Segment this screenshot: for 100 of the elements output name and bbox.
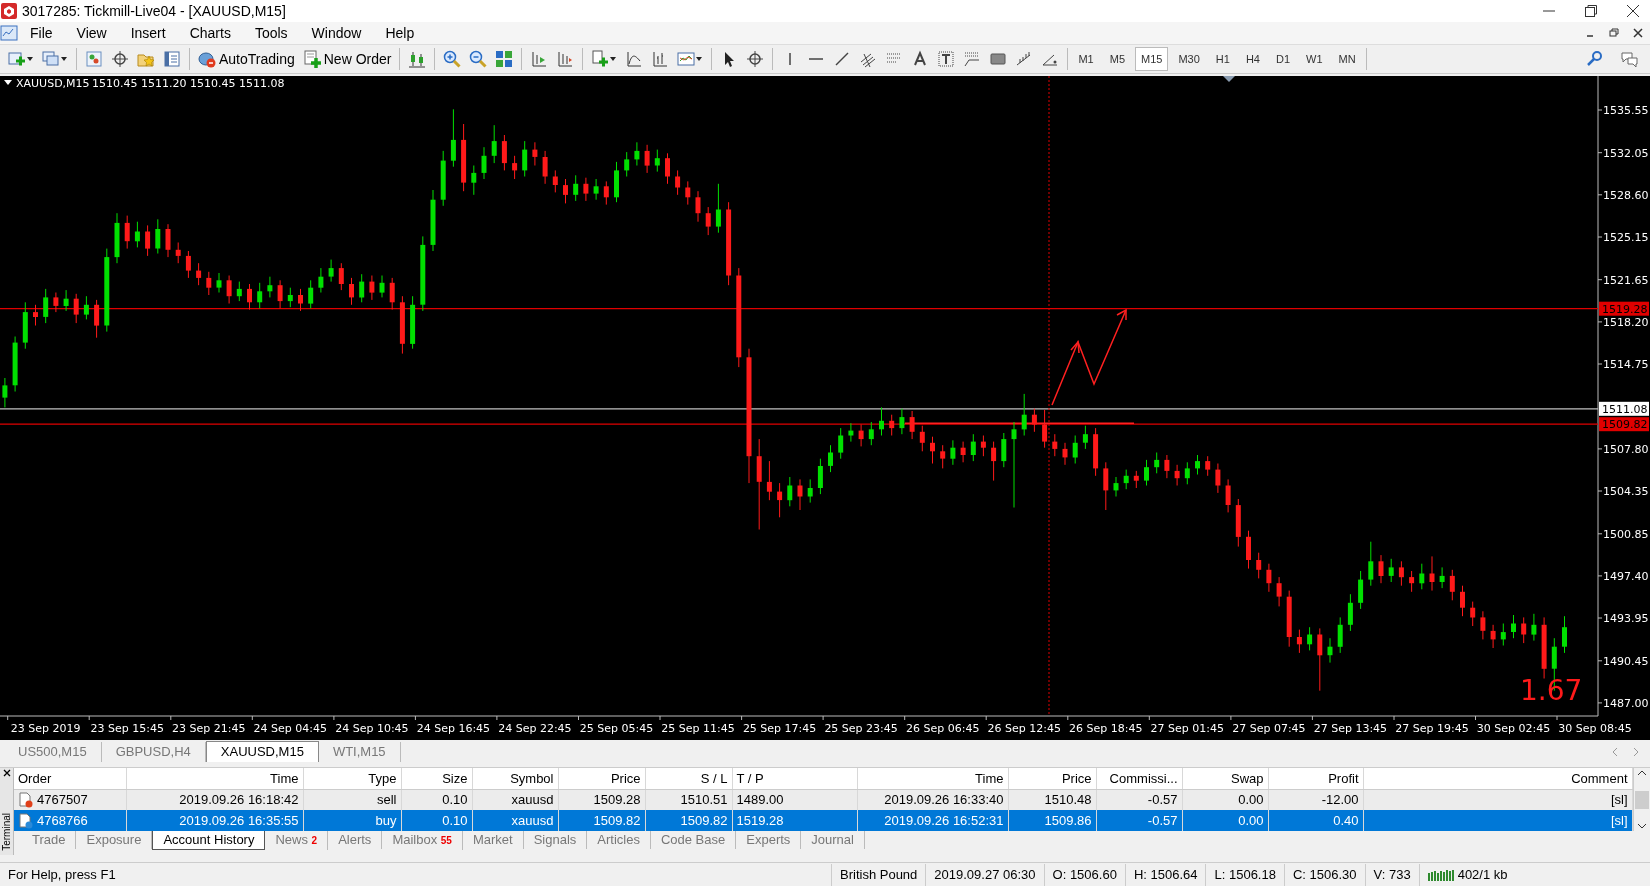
price-axis-label: 1487.00 (1603, 696, 1649, 710)
menu-item[interactable]: Window (299, 22, 374, 44)
terminal-tab[interactable]: Signals (523, 831, 588, 849)
column-header[interactable]: T / P (732, 768, 857, 789)
time-axis-label: 26 Sep 18:45 (1069, 722, 1143, 735)
column-header[interactable]: Comment (1363, 768, 1632, 789)
menu-item[interactable]: Insert (118, 22, 178, 44)
column-header[interactable]: Size (401, 768, 472, 789)
timeframe-button[interactable]: M5 (1103, 46, 1131, 72)
price-axis-label: 1500.85 (1603, 527, 1649, 541)
menu-item[interactable]: Tools (242, 22, 300, 44)
status-text: 402/1 kb (1457, 865, 1508, 884)
status-text: H: 1506.64 (1125, 863, 1207, 886)
menu-item[interactable]: File (18, 22, 65, 44)
time-axis-label: 26 Sep 12:45 (987, 722, 1061, 735)
terminal-tab[interactable]: Experts (736, 831, 802, 849)
time-axis-label: 25 Sep 23:45 (824, 722, 898, 735)
time-axis-label: 27 Sep 13:45 (1313, 722, 1388, 735)
table-cell: xauusd (472, 810, 558, 831)
ohlc-values: 1510.45 1511.20 1510.45 1511.08 (92, 77, 285, 90)
table-cell: 1519.28 (732, 810, 857, 831)
table-cell: -0.57 (1096, 810, 1182, 831)
terminal-tab[interactable]: Market (462, 831, 524, 849)
time-axis-label: 30 Sep 02:45 (1476, 722, 1551, 735)
terminal-tab[interactable]: Code Base (650, 831, 737, 849)
new-order-button[interactable]: New Order (298, 46, 396, 72)
timeframe-button[interactable]: W1 (1300, 46, 1329, 72)
time-axis-label: 23 Sep 21:45 (172, 722, 246, 735)
column-header[interactable]: Type (303, 768, 401, 789)
time-axis-label: 25 Sep 05:45 (579, 722, 654, 735)
time-axis-label: 30 Sep 08:45 (1558, 722, 1632, 735)
status-text: O: 1506.60 (1044, 863, 1126, 886)
column-header[interactable]: S / L (645, 768, 732, 789)
table-cell: 0.00 (1182, 810, 1268, 831)
time-axis-label: 23 Sep 15:45 (90, 722, 164, 735)
chart-symbol-label: XAUUSD,M15 (16, 77, 90, 90)
price-axis-label: 1493.95 (1603, 612, 1649, 625)
table-cell: 1509.82 (645, 810, 732, 831)
overlay-value: 1.67 (1520, 674, 1583, 707)
window-title: 3017285: Tickmill-Live04 - [XAUUSD,M15] (22, 2, 286, 21)
chart-tab[interactable]: US500,M15 (4, 742, 102, 762)
column-header[interactable]: Order (14, 768, 126, 789)
column-header[interactable]: Profit (1268, 768, 1363, 789)
menu-item[interactable]: View (64, 22, 119, 44)
time-axis-label: 24 Sep 16:45 (416, 722, 491, 735)
time-axis-label: 25 Sep 11:45 (661, 722, 735, 735)
terminal-tab[interactable]: News 2 (265, 831, 329, 850)
price-tag: 1509.82 (1599, 417, 1649, 432)
price-axis-label: 1490.45 (1603, 654, 1649, 668)
price-axis-label: 1497.40 (1603, 569, 1649, 583)
status-text: V: 733 (1365, 863, 1420, 886)
table-cell: 2019.09.26 16:35:55 (126, 810, 303, 831)
price-axis-label: 1521.65 (1603, 273, 1649, 287)
table-cell: buy (303, 810, 401, 831)
column-header[interactable]: Time (857, 768, 1008, 789)
column-header[interactable]: Time (126, 768, 303, 789)
table-cell: 1509.86 (1008, 810, 1096, 831)
table-cell: 2019.09.26 16:52:31 (857, 810, 1008, 831)
terminal-tab[interactable]: Alerts (328, 831, 383, 849)
price-axis-label: 1528.60 (1603, 188, 1649, 202)
terminal-tab[interactable]: Articles (587, 831, 651, 849)
chart-tab[interactable]: WTI,M15 (318, 742, 401, 762)
terminal-panel-title: Terminal (0, 813, 13, 851)
menu-item[interactable]: Help (373, 22, 427, 44)
column-header[interactable]: Swap (1182, 768, 1268, 789)
timeframe-button[interactable]: MN (1332, 46, 1362, 72)
timeframe-button[interactable]: H1 (1209, 46, 1236, 72)
autotrading-button[interactable]: AutoTrading (194, 46, 299, 72)
price-axis-label: 1525.15 (1603, 231, 1649, 244)
time-axis-label: 27 Sep 01:45 (1150, 722, 1224, 735)
status-text: L: 1506.18 (1206, 863, 1285, 886)
history-row[interactable]: 4768766 2019.09.26 16:35:55 buy 0.10 xauusd 1509.82 1509.82 1519.28 2019.09.26 16:52:31 1509.86 -0.57 0.00 0.40 [sl] (14, 810, 1632, 831)
timeframe-button[interactable]: M30 (1172, 46, 1206, 72)
time-axis-label: 27 Sep 07:45 (1232, 722, 1306, 735)
menu-item[interactable]: Charts (177, 22, 243, 44)
chart-tab[interactable]: XAUUSD,M15 (205, 741, 319, 762)
table-cell: [sl] (1363, 810, 1632, 831)
column-header[interactable]: Commissi... (1096, 768, 1182, 789)
status-text: British Pound (832, 863, 927, 886)
column-header[interactable]: Symbol (472, 768, 558, 789)
column-header[interactable]: Price (1008, 768, 1096, 789)
table-cell: [sl] (1363, 789, 1632, 810)
terminal-tab[interactable]: Trade (22, 831, 77, 849)
time-axis-label: 24 Sep 10:45 (335, 722, 409, 735)
column-header[interactable]: Price (558, 768, 645, 789)
chart-tab[interactable]: GBPUSD,H4 (101, 742, 206, 762)
timeframe-button[interactable]: D1 (1269, 46, 1296, 72)
timeframe-button[interactable]: M15 (1135, 46, 1169, 72)
table-cell: 1509.82 (558, 810, 645, 831)
timeframe-button[interactable]: H4 (1239, 46, 1266, 72)
price-axis-label: 1535.55 (1603, 104, 1649, 117)
terminal-tab[interactable]: Journal (801, 831, 865, 849)
time-axis-label: 23 Sep 2019 (10, 722, 81, 735)
timeframe-button[interactable]: M1 (1072, 46, 1100, 72)
status-text: For Help, press F1 (0, 863, 832, 886)
price-axis-label: 1532.05 (1603, 146, 1649, 160)
history-row[interactable]: 4767507 2019.09.26 16:18:42 sell 0.10 xauusd 1509.28 1510.51 1489.00 2019.09.26 16:33:40 1510.48 -0.57 0.00 -12.00 [sl] (14, 789, 1632, 810)
price-axis-label: 1504.35 (1603, 485, 1649, 498)
terminal-tab[interactable]: Account History (152, 831, 266, 850)
terminal-tab[interactable]: Mailbox 55 (382, 831, 463, 850)
